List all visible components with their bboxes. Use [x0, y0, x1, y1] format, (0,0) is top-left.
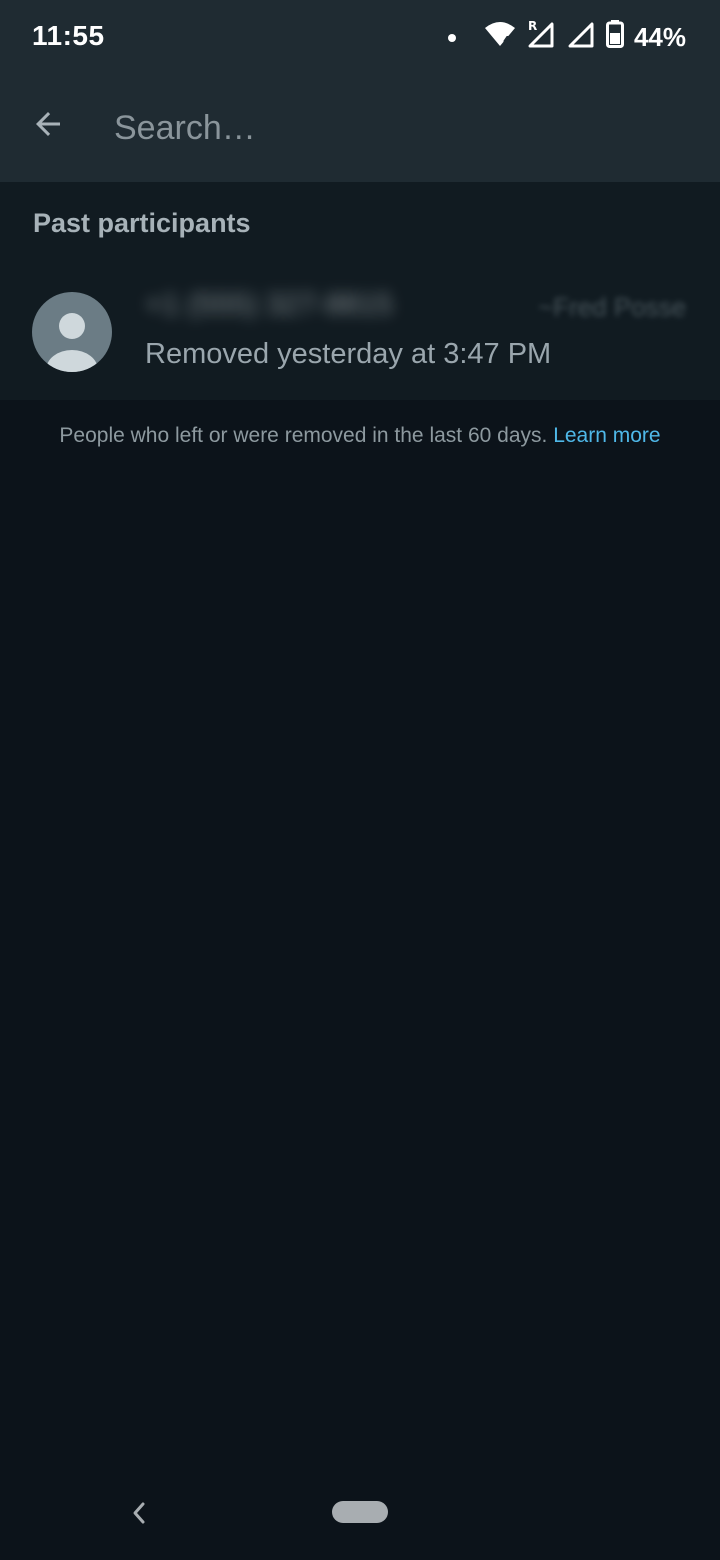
wifi-icon: 4 — [484, 20, 516, 55]
footer-note: People who left or were removed in the l… — [0, 424, 720, 448]
status-time: 11:55 — [32, 20, 105, 51]
participant-status: Removed yesterday at 3:47 PM — [145, 338, 552, 370]
learn-more-link[interactable]: Learn more — [553, 424, 660, 447]
participant-row[interactable]: +1 (555) 327-8815 ~Fred Posse Removed ye… — [0, 272, 720, 392]
nav-back-button[interactable] — [125, 1498, 155, 1528]
battery-icon — [605, 20, 624, 55]
status-bar: 11:55 4 R 44% — [0, 0, 720, 72]
avatar — [32, 292, 112, 372]
network-badge: 4 — [503, 34, 511, 47]
search-input[interactable] — [112, 100, 672, 156]
signal-roaming-icon: R — [526, 18, 558, 57]
arrow-back-icon — [36, 112, 60, 136]
signal-icon — [568, 20, 596, 55]
notification-dot-icon — [447, 33, 456, 42]
status-icons: 4 R 44% — [447, 18, 686, 57]
system-nav-bar — [0, 1470, 720, 1560]
footer-note-text: People who left or were removed in the l… — [59, 424, 548, 447]
default-person-avatar-icon — [46, 313, 98, 372]
participant-name: +1 (555) 327-8815 — [145, 288, 393, 321]
section-title: Past participants — [33, 208, 251, 238]
past-participants-section: Past participants +1 (555) 327-8815 ~Fre… — [0, 182, 720, 400]
nav-home-pill[interactable] — [332, 1501, 388, 1523]
back-button[interactable] — [24, 100, 72, 148]
participant-push-name: ~Fred Posse — [538, 292, 687, 322]
battery-percent: 44% — [633, 22, 686, 52]
search-toolbar — [0, 72, 720, 182]
roaming-badge: R — [528, 19, 537, 33]
chevron-left-icon — [133, 1502, 145, 1524]
